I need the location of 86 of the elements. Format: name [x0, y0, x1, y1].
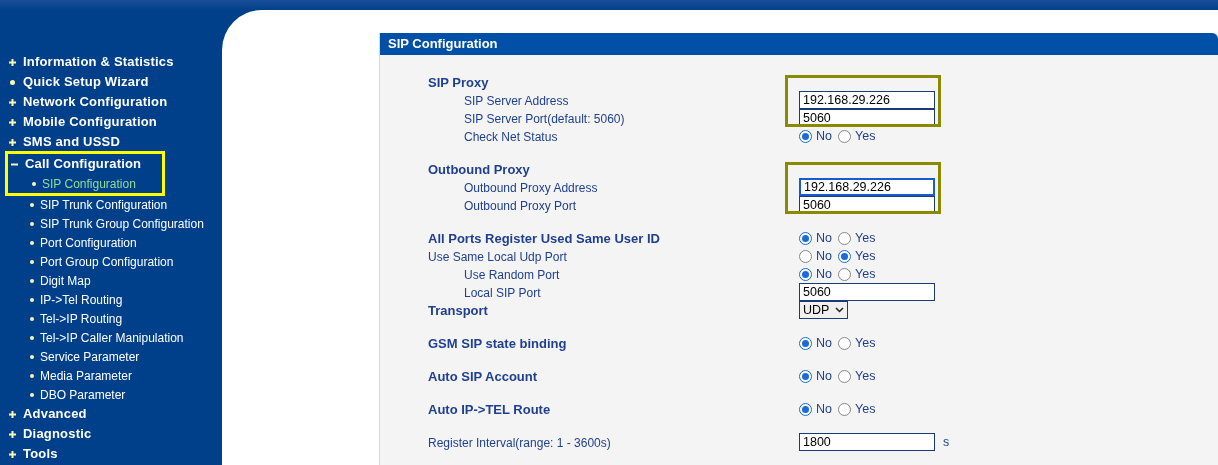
bullet-icon — [30, 316, 34, 321]
nav-item[interactable]: Network Configuration — [23, 92, 168, 112]
nav-item[interactable]: Mobile Configuration — [23, 112, 157, 132]
bullet-icon — [30, 240, 34, 245]
nav-subitem[interactable]: Media Parameter — [40, 366, 133, 385]
field-label: Use Random Port — [464, 268, 560, 282]
field-label: Outbound Proxy Address — [464, 181, 598, 195]
bullet-icon — [32, 181, 36, 186]
nav-item[interactable]: Tools — [23, 444, 58, 464]
radio-label: No — [816, 367, 832, 385]
radio-button[interactable] — [799, 267, 812, 281]
radio-label: No — [816, 127, 832, 145]
field-label: Transport — [428, 303, 488, 318]
radio-button[interactable] — [838, 231, 851, 245]
nav-subitem[interactable]: Digit Map — [40, 271, 91, 290]
radio-button[interactable] — [838, 369, 851, 383]
field-label: SIP Server Port(default: 5060) — [464, 112, 625, 126]
radio-button[interactable] — [838, 402, 851, 416]
radio-button[interactable] — [799, 402, 812, 416]
radio-label: No — [816, 400, 832, 418]
radio-label: Yes — [855, 229, 876, 247]
radio-button[interactable] — [838, 129, 851, 143]
radio-label: Yes — [855, 247, 876, 265]
radio-label: No — [816, 334, 832, 352]
field-label: Auto IP->TEL Route — [428, 402, 551, 417]
field-label: Register Interval(range: 1 - 3600s) — [428, 436, 611, 450]
nav-item[interactable]: Quick Setup Wizard — [23, 72, 149, 92]
radio-label: Yes — [855, 400, 876, 418]
nav-subitem[interactable]: Port Group Configuration — [40, 252, 174, 271]
text-field[interactable]: 1800 — [799, 433, 935, 452]
bullet-icon — [30, 278, 34, 283]
radio-label: No — [816, 265, 832, 283]
text-field[interactable]: 192.168.29.226 — [799, 91, 935, 109]
field-label: SIP Proxy — [428, 75, 489, 90]
bullet-icon — [30, 297, 34, 302]
radio-button[interactable] — [838, 336, 851, 350]
nav-item[interactable]: Diagnostic — [23, 424, 92, 444]
radio-label: Yes — [855, 127, 876, 145]
radio-label: No — [816, 247, 832, 265]
nav-item[interactable]: Information & Statistics — [23, 52, 174, 72]
nav-item[interactable]: Advanced — [23, 404, 87, 424]
text-field[interactable]: 5060 — [799, 283, 935, 301]
field-label: Outbound Proxy Port — [464, 199, 577, 213]
nav-subitem[interactable]: SIP Trunk Configuration — [40, 195, 168, 214]
radio-button[interactable] — [799, 231, 812, 245]
radio-label: No — [816, 229, 832, 247]
field-label: Use Same Local Udp Port — [428, 250, 567, 264]
field-label: Outbound Proxy — [428, 162, 530, 177]
radio-label: Yes — [855, 334, 876, 352]
radio-button[interactable] — [799, 369, 812, 383]
nav-subitem[interactable]: Service Parameter — [40, 347, 140, 366]
field-label: Auto SIP Account — [428, 369, 538, 384]
nav-subitem[interactable]: Tel->IP Caller Manipulation — [40, 328, 184, 347]
field-label: SIP Server Address — [464, 94, 569, 108]
radio-button[interactable] — [799, 336, 812, 350]
bullet-icon — [30, 259, 34, 264]
bullet-icon — [10, 79, 15, 85]
field-label: GSM SIP state binding — [428, 336, 567, 351]
nav-subitem[interactable]: IP->Tel Routing — [40, 290, 123, 309]
bullet-icon — [30, 335, 34, 340]
bullet-icon — [30, 202, 34, 207]
nav-item[interactable]: SMS and USSD — [23, 132, 121, 152]
field-label: All Ports Register Used Same User ID — [428, 231, 660, 246]
bullet-icon — [30, 354, 34, 359]
unit-label: s — [943, 433, 950, 451]
radio-label: Yes — [855, 265, 876, 283]
nav-item[interactable]: Call Configuration — [25, 154, 142, 174]
bullet-icon — [30, 221, 34, 226]
nav-subitem[interactable]: SIP Trunk Group Configuration — [40, 214, 204, 233]
radio-button[interactable] — [799, 129, 812, 143]
text-field[interactable]: 192.168.29.226 — [799, 178, 935, 196]
nav-subitem[interactable]: DBO Parameter — [40, 385, 126, 404]
dropdown[interactable]: UDP — [799, 301, 849, 319]
radio-button[interactable] — [799, 249, 812, 263]
field-label: Check Net Status — [464, 130, 558, 144]
radio-label: Yes — [855, 367, 876, 385]
panel-title: SIP Configuration — [388, 35, 498, 54]
field-label: Local SIP Port — [464, 286, 541, 300]
radio-button[interactable] — [838, 267, 851, 281]
nav-subitem[interactable]: Port Configuration — [40, 233, 137, 252]
chevron-down-icon — [835, 307, 845, 313]
bullet-icon — [30, 373, 34, 378]
nav-subitem[interactable]: Tel->IP Routing — [40, 309, 123, 328]
nav-subitem[interactable]: SIP Configuration — [42, 174, 136, 193]
radio-button[interactable] — [838, 249, 851, 263]
bullet-icon — [30, 392, 34, 397]
